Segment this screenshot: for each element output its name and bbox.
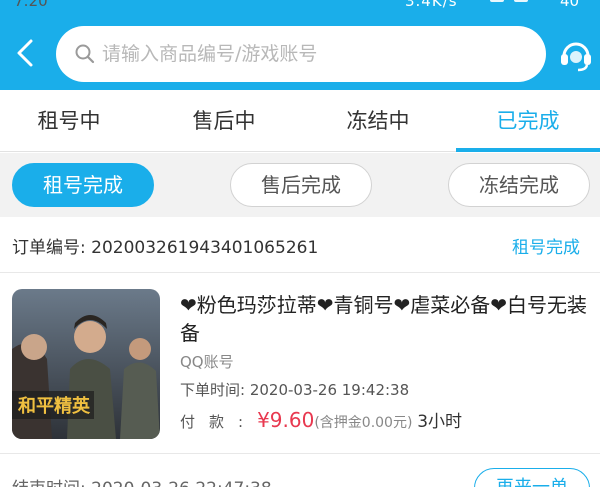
search-icon (75, 44, 95, 64)
signal-icon (514, 0, 528, 2)
status-time: 7:20 (14, 0, 48, 10)
thumbnail-game-title: 和平精英 (18, 395, 91, 417)
filter-after-sale-complete[interactable]: 售后完成 (230, 163, 372, 207)
headset-icon[interactable] (558, 38, 594, 72)
status-bar: 7:20 3.4K/s 40 (0, 0, 600, 10)
app-header: 7:20 3.4K/s 40 (0, 0, 600, 90)
order-item[interactable]: 和平精英 ❤粉色玛莎拉蒂❤青铜号❤虐菜必备❤白号无装备 QQ账号 下单时间: 2… (0, 273, 600, 453)
active-tab-indicator (456, 148, 600, 152)
game-thumbnail: 和平精英 (12, 289, 160, 439)
order-number: 订单编号: 202003261943401065261 (12, 238, 319, 258)
status-icons (490, 0, 528, 2)
status-tabs: 租号中 售后中 冻结中 已完成 (0, 90, 600, 152)
tab-frozen[interactable]: 冻结中 (306, 90, 450, 152)
filter-bar: 租号完成 售后完成 冻结完成 (0, 153, 600, 217)
status-network-speed: 3.4K/s (405, 0, 458, 10)
end-time: 结束时间: 2020-03-26 22:47:38 (12, 474, 272, 487)
tab-after-sale[interactable]: 售后中 (152, 90, 296, 152)
payment-row: 付款:¥9.60(含押金0.00元) 3小时 (180, 407, 462, 432)
rental-duration: 3小时 (417, 412, 463, 432)
payment-amount: ¥9.60 (257, 408, 315, 432)
order-again-button[interactable]: 再来一单 (474, 468, 590, 487)
filter-rent-complete[interactable]: 租号完成 (12, 163, 154, 207)
filter-frozen-complete[interactable]: 冻结完成 (448, 163, 590, 207)
deposit-note: (含押金0.00元) (314, 415, 413, 431)
tab-completed[interactable]: 已完成 (456, 90, 600, 152)
search-bar[interactable] (56, 26, 546, 82)
order-header: 订单编号: 202003261943401065261 租号完成 (0, 217, 600, 273)
back-arrow-icon[interactable] (12, 38, 40, 68)
search-input[interactable] (102, 36, 522, 72)
payment-label: 付款: (180, 413, 258, 431)
wifi-icon (490, 0, 504, 2)
tab-renting[interactable]: 租号中 (0, 90, 138, 152)
order-time: 下单时间: 2020-03-26 19:42:38 (180, 381, 410, 399)
order-footer: 结束时间: 2020-03-26 22:47:38 再来一单 (0, 454, 600, 487)
order-status: 租号完成 (512, 238, 580, 258)
battery-level: 40 (560, 0, 580, 10)
account-type: QQ账号 (180, 353, 234, 371)
item-title: ❤粉色玛莎拉蒂❤青铜号❤虐菜必备❤白号无装备 (180, 293, 588, 345)
